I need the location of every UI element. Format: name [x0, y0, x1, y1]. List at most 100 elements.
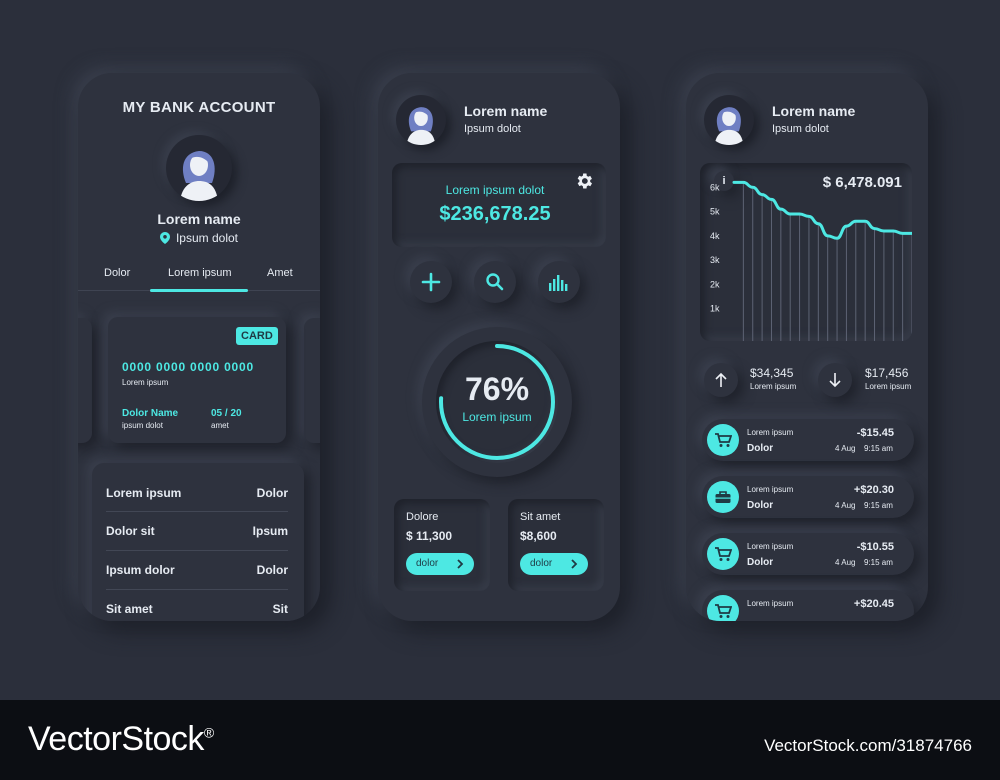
bank-card[interactable]: CARD 0000 0000 0000 0000 Lorem ipsum Dol…: [108, 317, 286, 443]
image-url: VectorStock.com/31874766: [764, 736, 972, 755]
gear-icon[interactable]: [574, 171, 594, 191]
income-amount: $34,345: [750, 366, 794, 380]
chart-point: [873, 227, 876, 230]
watermark-bar: VectorStock® VectorStock.com/31874766: [0, 700, 1000, 780]
y-tick-label: 5k: [710, 207, 720, 217]
cart-icon: [715, 604, 732, 618]
chevron-right-icon: [457, 559, 464, 569]
user-avatar-icon: [180, 151, 218, 201]
expense-amount: $17,456: [865, 366, 909, 380]
avatar[interactable]: [396, 95, 446, 145]
list-item[interactable]: Ipsum dolor Dolor: [106, 551, 288, 589]
profile-name: Lorem name: [772, 103, 856, 119]
balance-label: Lorem ipsum dolot: [445, 183, 545, 197]
transaction-time: 9:15 am: [864, 558, 893, 567]
transaction-subtitle: Dolor: [747, 557, 774, 568]
list-item[interactable]: Sit amet Sit: [106, 590, 288, 621]
transaction-amount: +$20.45: [853, 598, 894, 610]
profile-subtitle: Ipsum dolot: [464, 123, 521, 135]
map-pin-icon: [159, 232, 170, 244]
transaction-amount: -$10.55: [856, 541, 894, 553]
balance-value: $236,678.25: [439, 203, 551, 225]
chart-point: [780, 208, 782, 210]
bar-chart-icon: [549, 275, 568, 291]
chart-point: [798, 213, 801, 215]
transaction-row[interactable]: Lorem ipsum +$20.45: [702, 590, 914, 621]
stats-button[interactable]: [538, 261, 580, 303]
summary-card: Dolore $ 11,300 dolor: [394, 499, 490, 591]
transaction-amount: -$15.45: [856, 427, 894, 439]
search-button[interactable]: [474, 261, 516, 303]
cart-icon: [715, 547, 732, 561]
transaction-subtitle: Dolor: [747, 443, 774, 454]
tab-dolor[interactable]: Dolor: [104, 267, 130, 279]
transaction-row[interactable]: Lorem ipsum Dolor -$10.55 4 Aug 9:15 am: [702, 533, 914, 575]
chart-point: [845, 225, 848, 227]
income-label: Lorem ipsum: [750, 382, 797, 391]
progress-value: 76%: [464, 371, 530, 407]
transaction-date: 4 Aug: [835, 444, 856, 453]
arrow-down-icon: [829, 373, 841, 388]
tab-lorem-ipsum[interactable]: Lorem ipsum: [168, 267, 232, 279]
summary-amount: $8,600: [520, 529, 557, 543]
add-button[interactable]: [410, 261, 452, 303]
chart-point: [742, 181, 744, 184]
summary-button[interactable]: dolor: [406, 553, 474, 575]
expense-button[interactable]: [818, 363, 852, 397]
profile-subtitle: Ipsum dolot: [772, 123, 829, 135]
chart-point: [864, 220, 866, 222]
chart-point: [836, 237, 838, 239]
transaction-icon: [707, 481, 739, 513]
transaction-amount: +$20.30: [853, 484, 894, 496]
summary-button-label: dolor: [530, 558, 553, 569]
income-button[interactable]: [704, 363, 738, 397]
transaction-title: Lorem ipsum: [747, 485, 794, 494]
chart-point: [752, 186, 754, 188]
avatar[interactable]: [704, 95, 754, 145]
progress-dial: 76% Lorem ipsum: [422, 327, 572, 477]
registered-mark: ®: [203, 724, 214, 741]
transaction-date: 4 Aug: [835, 501, 856, 510]
search-icon: [486, 273, 504, 291]
user-avatar-icon: [406, 107, 436, 145]
balance-panel: Lorem ipsum dolot $236,678.25: [392, 163, 606, 247]
avatar[interactable]: [166, 135, 232, 201]
list-item-label: Sit amet: [106, 602, 153, 616]
chart-point: [902, 232, 904, 235]
list-item[interactable]: Lorem ipsum Dolor: [106, 473, 288, 511]
list-item-label: Lorem ipsum: [106, 486, 182, 500]
card-number: 0000 0000 0000 0000: [122, 360, 254, 374]
chart-point: [761, 193, 763, 196]
list-item-label: Ipsum dolor: [106, 563, 175, 577]
profile-location: Ipsum dolot: [78, 231, 320, 245]
card-carousel-next[interactable]: [304, 318, 320, 443]
y-tick-label: 4k: [710, 231, 720, 241]
transactions-screen: Lorem name Ipsum dolot i $ 6,478.091 6k 5…: [686, 73, 928, 621]
transaction-time: 9:15 am: [864, 444, 893, 453]
chevron-right-icon: [571, 559, 578, 569]
transaction-time: 9:15 am: [864, 501, 893, 510]
dashboard-screen: Lorem name Ipsum dolot Lorem ipsum dolot…: [378, 73, 620, 621]
card-holder-label: ipsum dolot: [122, 421, 163, 430]
tab-amet[interactable]: Amet: [267, 267, 293, 279]
list-item-value: Sit: [272, 602, 288, 616]
card-carousel-prev[interactable]: [78, 318, 92, 443]
list-item[interactable]: Dolor sit Ipsum: [106, 512, 288, 550]
card-expiry: 05 / 20: [211, 408, 242, 419]
line-chart: 6k 5k 4k 3k 2k 1k: [710, 180, 912, 341]
transaction-title: Lorem ipsum: [747, 428, 794, 437]
chart-point: [789, 213, 791, 215]
chart-point: [827, 235, 829, 237]
transaction-title: Lorem ipsum: [747, 542, 794, 551]
chart-series-line: [732, 180, 912, 240]
transaction-row[interactable]: Lorem ipsum Dolor -$15.45 4 Aug 9:15 am: [702, 419, 914, 461]
transaction-row[interactable]: Lorem ipsum Dolor +$20.30 4 Aug 9:15 am: [702, 476, 914, 518]
user-avatar-icon: [714, 107, 744, 145]
plus-icon: [421, 272, 441, 292]
list-item-value: Dolor: [256, 486, 288, 500]
chart-point: [770, 198, 773, 201]
summary-button[interactable]: dolor: [520, 553, 588, 575]
transaction-icon: [707, 595, 739, 621]
summary-title: Dolore: [406, 511, 439, 523]
chart-point: [883, 230, 885, 232]
